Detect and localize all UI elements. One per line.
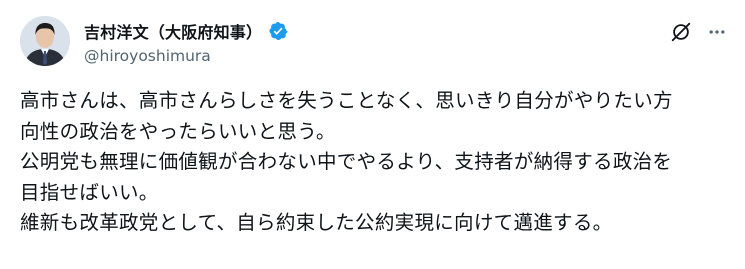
more-options-button[interactable] <box>705 20 729 44</box>
post-text-line: 目指せばいい。 <box>20 180 159 204</box>
grok-icon <box>671 22 691 42</box>
avatar[interactable] <box>20 16 70 66</box>
post-text-line: 公明党も無理に価値観が合わない中でやるより、支持者が納得する政治を <box>20 150 673 173</box>
author-handle[interactable]: @hiroyoshimura <box>84 47 211 65</box>
post-card: 吉村洋文（大阪府知事） @hiroyoshimura 高市さんは、高市さんらしさ… <box>0 0 745 269</box>
post-text: 高市さんは、高市さんらしさを失うことなく、思いきり自分がやりたい方 向性の政治を… <box>20 86 732 239</box>
post-text-line: 高市さんは、高市さんらしさを失うことなく、思いきり自分がやりたい方 <box>20 89 673 112</box>
author-name-row: 吉村洋文（大阪府知事） <box>84 19 288 43</box>
avatar-image <box>20 16 70 66</box>
post-text-line: 維新も改革政党として、自ら約束した公約実現に向けて邁進する。 <box>20 211 613 234</box>
verified-badge-icon <box>268 21 288 41</box>
post-text-line: 向性の政治をやったらいいと思う。 <box>20 119 336 143</box>
author-display-name[interactable]: 吉村洋文（大阪府知事） <box>84 19 262 43</box>
more-options-icon <box>709 30 725 34</box>
grok-button[interactable] <box>669 20 693 44</box>
